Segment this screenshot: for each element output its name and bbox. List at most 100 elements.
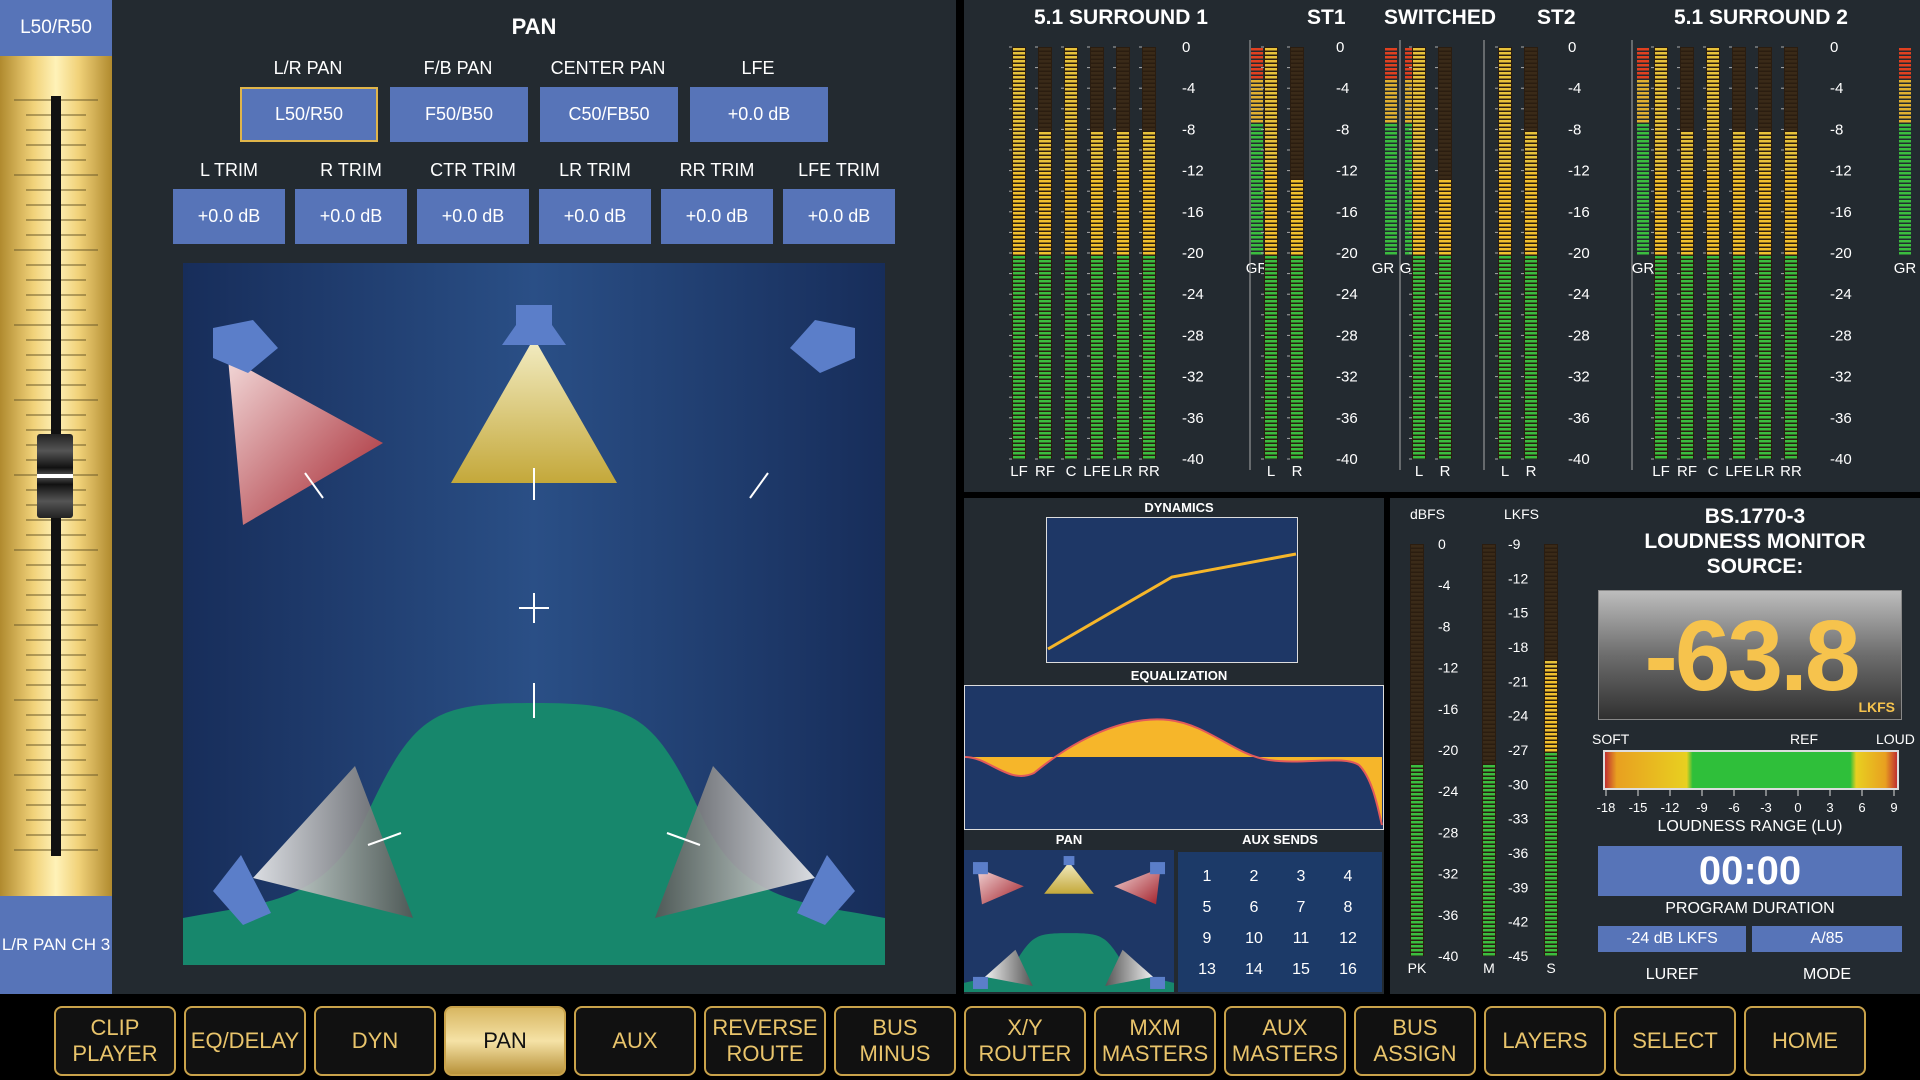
fader-track[interactable]	[0, 56, 112, 896]
pan-panel: PAN L/R PAN F/B PAN CENTER PAN LFE L50/R…	[112, 0, 956, 994]
lkfs-tick: -36	[1508, 845, 1528, 861]
aux-send-9[interactable]: 9	[1192, 930, 1222, 948]
aux-send-4[interactable]: 4	[1333, 868, 1363, 886]
fb-pan-button[interactable]: F50/B50	[390, 87, 528, 142]
channel-label: RF	[1035, 463, 1055, 480]
ctr-trim-button[interactable]: +0.0 dB	[417, 189, 529, 244]
meter-0-lf	[1012, 47, 1026, 459]
r-trim-button[interactable]: +0.0 dB	[295, 189, 407, 244]
l-trim-button[interactable]: +0.0 dB	[173, 189, 285, 244]
aux-sends-title: AUX SENDS	[1242, 832, 1318, 847]
aux-send-13[interactable]: 13	[1192, 961, 1222, 979]
meter-0-rf	[1038, 47, 1052, 459]
lkfs-tick: -24	[1508, 708, 1528, 724]
nav-home[interactable]: HOME	[1744, 1006, 1866, 1076]
meter-1-r	[1290, 47, 1304, 459]
meter-1-l	[1264, 47, 1278, 459]
channel-label: RF	[1677, 463, 1697, 480]
nav-pan[interactable]: PAN	[444, 1006, 566, 1076]
range-tick: 3	[1826, 800, 1833, 815]
meter-scale-tick: -28	[1336, 327, 1358, 344]
meter-4-lf	[1654, 47, 1668, 459]
meter-0-lfe	[1090, 47, 1104, 459]
program-duration-value[interactable]: 00:00	[1598, 846, 1902, 896]
luref-button[interactable]: -24 dB LKFS	[1598, 926, 1746, 952]
lfe-label: LFE	[741, 58, 775, 78]
aux-send-5[interactable]: 5	[1192, 899, 1222, 917]
dynamics-graph[interactable]	[1046, 517, 1298, 663]
lkfs-tick: -42	[1508, 914, 1528, 930]
lr-trim-button[interactable]: +0.0 dB	[539, 189, 651, 244]
range-tick: -18	[1597, 800, 1616, 815]
lfe-trim-label: LFE TRIM	[798, 160, 880, 180]
dbfs-tick: 0	[1438, 536, 1446, 552]
lkfs-label: LKFS	[1504, 506, 1540, 522]
meter-scale-tick: -16	[1568, 204, 1590, 221]
meter-scale-tick: -24	[1336, 286, 1358, 303]
nav-aux[interactable]: AUX	[574, 1006, 696, 1076]
nav-layers[interactable]: LAYERS	[1484, 1006, 1606, 1076]
nav-eq-delay[interactable]: EQ/DELAY	[184, 1006, 306, 1076]
meter-scale-tick: 0	[1182, 39, 1190, 56]
eq-graph[interactable]	[964, 685, 1384, 830]
gr-meter-3	[1637, 48, 1649, 255]
dbfs-tick: -12	[1438, 660, 1458, 676]
aux-send-8[interactable]: 8	[1333, 899, 1363, 917]
lfe-trim-button[interactable]: +0.0 dB	[783, 189, 895, 244]
nav-dyn[interactable]: DYN	[314, 1006, 436, 1076]
nav-bus-minus[interactable]: BUS MINUS	[834, 1006, 956, 1076]
aux-send-6[interactable]: 6	[1239, 899, 1269, 917]
aux-send-3[interactable]: 3	[1286, 868, 1316, 886]
nav-select[interactable]: SELECT	[1614, 1006, 1736, 1076]
aux-send-7[interactable]: 7	[1286, 899, 1316, 917]
nav-clip-player[interactable]: CLIP PLAYER	[54, 1006, 176, 1076]
ctr-trim-label: CTR TRIM	[430, 160, 516, 180]
mode-button[interactable]: A/85	[1752, 926, 1902, 952]
aux-send-11[interactable]: 11	[1286, 930, 1316, 948]
lr-trim-label: LR TRIM	[559, 160, 631, 180]
meter-scale-tick: -32	[1182, 369, 1204, 386]
channel-label: L	[1415, 463, 1423, 480]
channel-label: R	[1292, 463, 1303, 480]
meter-scale-tick: 0	[1830, 39, 1838, 56]
meter-3-r	[1524, 47, 1538, 459]
range-tick: -12	[1661, 800, 1680, 815]
center-pan-button[interactable]: C50/FB50	[540, 87, 678, 142]
aux-send-1[interactable]: 1	[1192, 868, 1222, 886]
meter-3-l	[1498, 47, 1512, 459]
nav-x-y-router[interactable]: X/Y ROUTER	[964, 1006, 1086, 1076]
nav-mxm-masters[interactable]: MXM MASTERS	[1094, 1006, 1216, 1076]
loudness-readout: -63.8 LKFS	[1598, 590, 1902, 720]
aux-send-16[interactable]: 16	[1333, 961, 1363, 979]
aux-send-10[interactable]: 10	[1239, 930, 1269, 948]
lfe-button[interactable]: +0.0 dB	[690, 87, 828, 142]
meter-4-lr	[1758, 47, 1772, 459]
aux-send-14[interactable]: 14	[1239, 961, 1269, 979]
meter-scale-tick: -20	[1568, 245, 1590, 262]
mini-pan-preview[interactable]	[964, 850, 1174, 992]
meter-scale-tick: -4	[1568, 80, 1581, 97]
nav-reverse-route[interactable]: REVERSE ROUTE	[704, 1006, 826, 1076]
lkfs-tick: -33	[1508, 811, 1528, 827]
nav-bus-assign[interactable]: BUS ASSIGN	[1354, 1006, 1476, 1076]
aux-send-12[interactable]: 12	[1333, 930, 1363, 948]
nav-aux-masters[interactable]: AUX MASTERS	[1224, 1006, 1346, 1076]
aux-send-15[interactable]: 15	[1286, 961, 1316, 979]
dbfs-tick: -40	[1438, 948, 1458, 964]
channel-label: LFE	[1083, 463, 1111, 480]
source-label: SOURCE:	[1706, 555, 1804, 578]
rr-trim-button[interactable]: +0.0 dB	[661, 189, 773, 244]
channel-label: LF	[1010, 463, 1028, 480]
center-pan-label: CENTER PAN	[550, 58, 666, 78]
meter-scale-tick: -24	[1830, 286, 1852, 303]
meter-4-rf	[1680, 47, 1694, 459]
ref-label: REF	[1790, 731, 1818, 747]
meter-4-c	[1706, 47, 1720, 459]
loudness-meter-label: M	[1483, 960, 1495, 976]
aux-send-2[interactable]: 2	[1239, 868, 1269, 886]
pan-field[interactable]	[183, 263, 885, 965]
meter-2-r	[1438, 47, 1452, 459]
lr-pan-button[interactable]: L50/R50	[240, 87, 378, 142]
meter-scale-tick: -40	[1568, 451, 1590, 468]
dbfs-tick: -28	[1438, 824, 1458, 840]
